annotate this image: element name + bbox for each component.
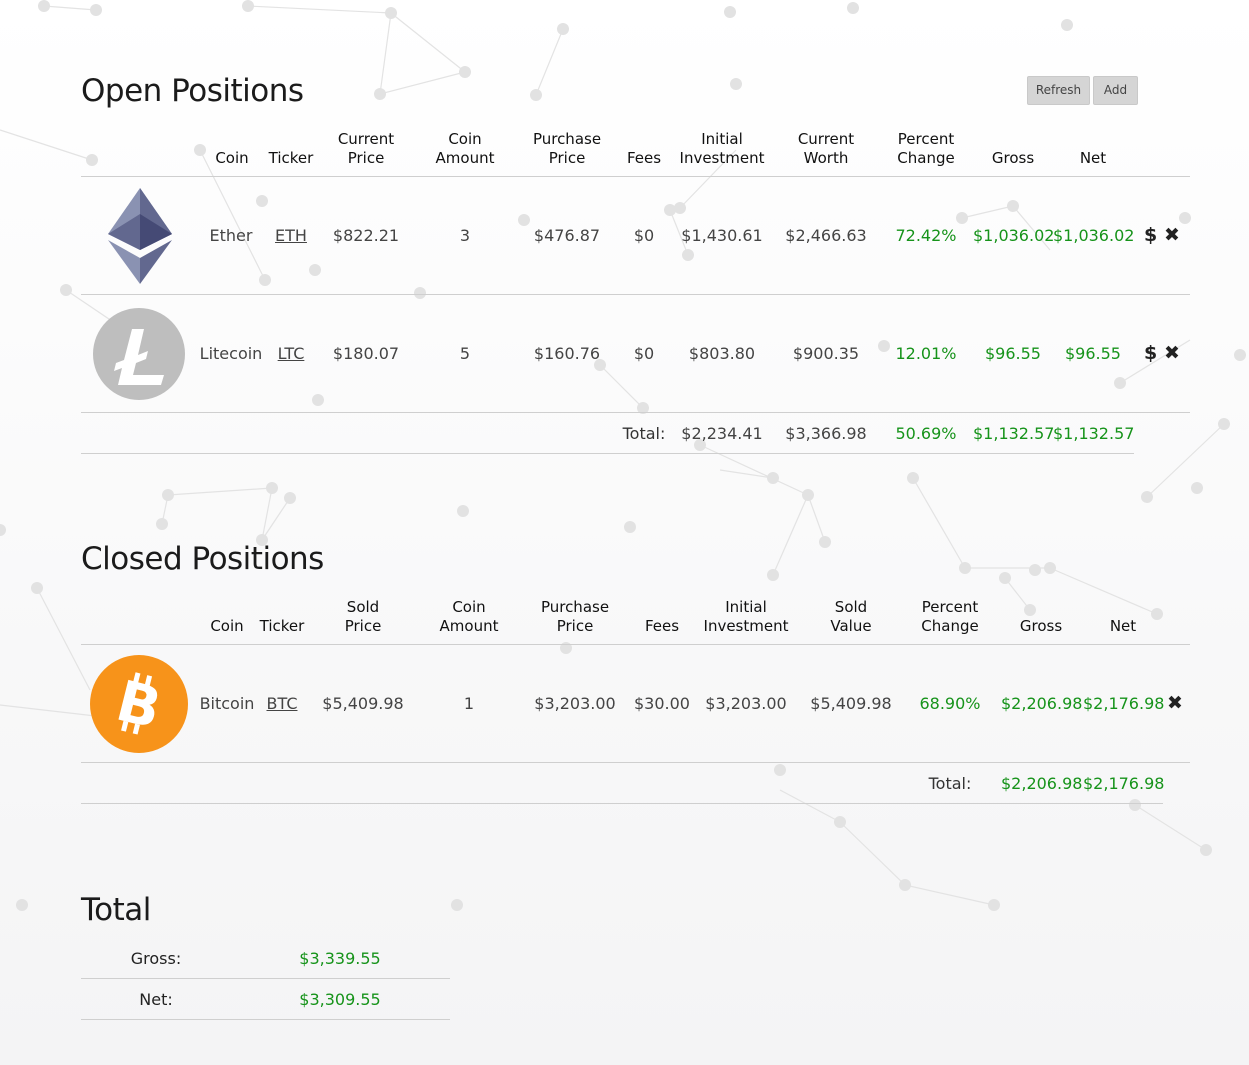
header-percent-change: Percent Change (921, 598, 979, 635)
ticker-link[interactable]: LTC (261, 344, 321, 363)
sell-dollar-icon[interactable]: $ (1144, 224, 1157, 246)
open-header-divider (81, 176, 1190, 177)
header-net: Net (1079, 149, 1107, 167)
header-coin-amount: Coin Amount (439, 598, 499, 635)
header-fees: Fees (626, 149, 662, 167)
fees: $0 (633, 344, 655, 363)
current-price: $180.07 (332, 344, 400, 363)
header-coin: Coin (210, 617, 244, 635)
open-positions-title: Open Positions (81, 73, 304, 109)
total-title: Total (81, 892, 151, 928)
net-value: $96.55 (1065, 344, 1121, 363)
delete-x-icon[interactable]: ✖ (1164, 224, 1180, 246)
purchase-price: $3,203.00 (534, 694, 616, 713)
totals-divider (81, 1019, 450, 1020)
header-net: Net (1109, 617, 1137, 635)
fees: $30.00 (634, 694, 690, 713)
closed-positions-title: Closed Positions (81, 541, 324, 577)
ticker-link[interactable]: BTC (252, 694, 312, 713)
delete-x-icon[interactable]: ✖ (1167, 692, 1183, 714)
gross-value: $96.55 (985, 344, 1041, 363)
gross-value: $2,206.98 (1001, 694, 1083, 713)
header-initial-investment: Initial Investment (703, 598, 789, 635)
header-coin: Coin (215, 149, 249, 167)
closed-header-divider (81, 644, 1190, 645)
current-worth: $900.35 (792, 344, 860, 363)
initial-investment: $1,430.61 (681, 226, 763, 245)
ticker-link[interactable]: ETH (261, 226, 321, 245)
sell-dollar-icon[interactable]: $ (1144, 342, 1157, 364)
add-button[interactable]: Add (1093, 76, 1138, 105)
percent-change: 12.01% (895, 344, 957, 363)
total-net: $2,176.98 (1083, 774, 1165, 793)
initial-investment: $803.80 (688, 344, 756, 363)
total-label: Total: (928, 774, 972, 793)
refresh-button[interactable]: Refresh (1027, 76, 1090, 105)
header-gross: Gross (991, 149, 1035, 167)
header-coin-amount: Coin Amount (435, 130, 495, 167)
grand-gross-value: $3,339.55 (299, 949, 381, 968)
total-net: $1,132.57 (1053, 424, 1135, 443)
fees: $0 (633, 226, 655, 245)
header-current-price: Current Price (337, 130, 395, 167)
sold-price: $5,409.98 (322, 694, 404, 713)
header-fees: Fees (644, 617, 680, 635)
grand-gross-label: Gross: (130, 949, 182, 968)
total-worth: $3,366.98 (785, 424, 867, 443)
current-price: $822.21 (332, 226, 400, 245)
row-divider (81, 762, 1190, 763)
coin-amount: 3 (459, 226, 471, 245)
net-value: $1,036.02 (1053, 226, 1135, 245)
initial-investment: $3,203.00 (705, 694, 787, 713)
grand-net-value: $3,309.55 (299, 990, 381, 1009)
total-initial: $2,234.41 (681, 424, 763, 443)
litecoin-logo-icon (93, 308, 185, 400)
coin-amount: 5 (459, 344, 471, 363)
header-purchase-price: Purchase Price (532, 130, 602, 167)
percent-change: 72.42% (895, 226, 957, 245)
header-percent-change: Percent Change (897, 130, 955, 167)
header-gross: Gross (1019, 617, 1063, 635)
header-sold-value: Sold Value (830, 598, 872, 635)
purchase-price: $476.87 (533, 226, 601, 245)
header-sold-price: Sold Price (344, 598, 382, 635)
closed-total-divider (81, 803, 1163, 804)
purchase-price: $160.76 (533, 344, 601, 363)
open-total-divider (81, 453, 1134, 454)
current-worth: $2,466.63 (785, 226, 867, 245)
bitcoin-logo-icon: B (90, 655, 188, 753)
coin-amount: 1 (463, 694, 475, 713)
header-ticker: Ticker (268, 149, 314, 167)
ethereum-logo-icon (108, 188, 172, 284)
grand-net-label: Net: (139, 990, 173, 1009)
sold-value: $5,409.98 (810, 694, 892, 713)
coin-name: Bitcoin (199, 694, 255, 713)
row-divider (81, 294, 1190, 295)
header-purchase-price: Purchase Price (540, 598, 610, 635)
row-divider (81, 412, 1190, 413)
gross-value: $1,036.02 (973, 226, 1055, 245)
total-gross: $2,206.98 (1001, 774, 1083, 793)
total-percent: 50.69% (895, 424, 957, 443)
header-ticker: Ticker (259, 617, 305, 635)
coin-name: Litecoin (199, 344, 263, 363)
net-value: $2,176.98 (1083, 694, 1165, 713)
total-label: Total: (622, 424, 666, 443)
delete-x-icon[interactable]: ✖ (1164, 342, 1180, 364)
header-initial-investment: Initial Investment (679, 130, 765, 167)
total-gross: $1,132.57 (973, 424, 1055, 443)
coin-name: Ether (209, 226, 253, 245)
header-current-worth: Current Worth (797, 130, 855, 167)
totals-divider (81, 978, 450, 979)
percent-change: 68.90% (919, 694, 981, 713)
